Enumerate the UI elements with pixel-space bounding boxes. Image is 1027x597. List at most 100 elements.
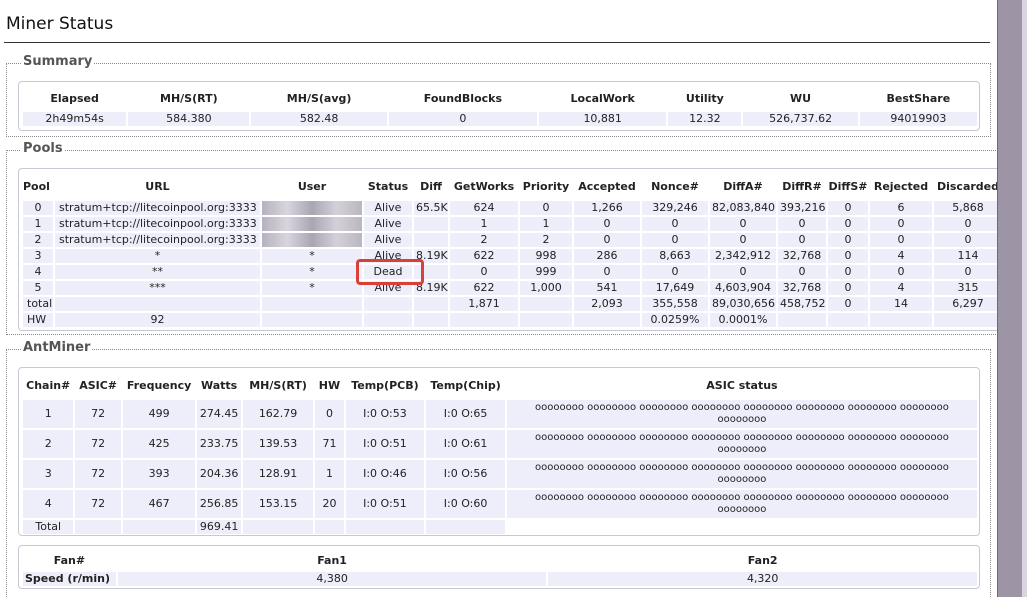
pool-cell: 393,216	[778, 201, 826, 215]
chain-status: oooooooo oooooooo oooooooo oooooooo oooo…	[506, 400, 977, 428]
summary-header: MH/S(avg)	[286, 91, 352, 105]
summary-header: BestShare	[886, 91, 951, 105]
pool-cell: 2,093	[574, 297, 640, 311]
pool-cell	[55, 297, 260, 311]
pool-cell: 0	[828, 233, 868, 247]
pool-cell: 2	[520, 233, 572, 247]
summary-header: MH/S(RT)	[160, 91, 218, 105]
pool-cell: 0	[828, 217, 868, 231]
chain-total-empty	[122, 520, 196, 534]
pool-cell	[364, 313, 412, 327]
chain-total-empty	[426, 520, 505, 534]
chain-watts: 256.85	[197, 490, 241, 518]
chain-asic: 72	[75, 490, 121, 518]
summary-table-frame: Elapsed MH/S(RT) MH/S(avg) FoundBlocks L…	[18, 81, 980, 131]
pools-header: Pool	[23, 179, 50, 193]
pool-cell	[778, 313, 826, 327]
pool-cell: 0.0259%	[642, 313, 708, 327]
pool-cell: 458,752	[778, 297, 826, 311]
pool-cell: 4	[23, 265, 53, 279]
pool-cell: 315	[934, 281, 997, 295]
antminer-header: ASIC#	[79, 378, 118, 392]
pool-cell: 286	[574, 249, 640, 263]
fan-number-header: Fan#	[53, 553, 86, 567]
pool-cell: 3	[23, 249, 53, 263]
antminer-header: Frequency	[126, 378, 192, 392]
pool-cell: *	[55, 249, 260, 263]
pool-cell: 999	[520, 265, 572, 279]
chain-status: oooooooo oooooooo oooooooo oooooooo oooo…	[506, 460, 977, 488]
pool-cell: ***	[55, 281, 260, 295]
pools-header: Accepted	[578, 179, 636, 193]
pool-cell: 0	[870, 233, 932, 247]
chain-row: 4 72 467 256.85 153.15 20 I:0 O:51 I:0 O:60 oooo…	[23, 490, 977, 518]
chain-frequency: 467	[122, 490, 196, 518]
antminer-section: AntMiner Chain# ASIC# Frequency Watts MH/S(R…	[6, 340, 991, 597]
summary-utility: 12.32	[668, 112, 742, 126]
chain-total-empty	[75, 520, 121, 534]
pool-cell: 6	[870, 201, 932, 215]
pool-cell: 2	[23, 233, 53, 247]
pools-header: GetWorks	[453, 179, 515, 193]
pool-row: 5 *** * Alive 8.19K 622 1,000 541 17,649 4,603,90…	[23, 281, 997, 295]
pool-cell: 2,342,912	[710, 249, 776, 263]
pool-cell: 14	[870, 297, 932, 311]
pool-cell: *	[262, 281, 362, 295]
pools-header: Priority	[522, 179, 570, 193]
summary-wu: 526,737.62	[743, 112, 858, 126]
fan2-speed: 4,320	[548, 572, 977, 586]
antminer-header: Temp(PCB)	[351, 378, 419, 392]
chain-temp-chip: I:0 O:61	[426, 430, 505, 458]
pool-cell: 0	[934, 265, 997, 279]
fans-table: Fan# Fan1 Fan2 Speed (r/min) 4,380 4,320	[21, 548, 979, 588]
pool-row: 1 stratum+tcp://litecoinpool.org:3333 Aliv…	[23, 217, 997, 231]
scrollbar-thumb[interactable]	[1022, 0, 1027, 597]
pool-cell: 32,768	[778, 281, 826, 295]
chain-temp-pcb: I:0 O:51	[345, 430, 425, 458]
pool-cell: stratum+tcp://litecoinpool.org:3333	[55, 201, 260, 215]
chain-temp-pcb: I:0 O:46	[345, 460, 425, 488]
chain-watts: 204.36	[197, 460, 241, 488]
pool-cell	[364, 297, 412, 311]
pool-cell: 0	[574, 217, 640, 231]
pool-cell: 1,000	[520, 281, 572, 295]
pool-cell: 0	[828, 249, 868, 263]
pool-cell: 0	[574, 265, 640, 279]
vertical-scrollbar[interactable]	[997, 0, 1027, 597]
pool-cell: 0	[710, 217, 776, 231]
pool-row: 3 * * Alive 8.19K 622 998 286 8,663 2,342,912 32,7…	[23, 249, 997, 263]
chain-chain: 4	[23, 490, 74, 518]
pools-table: Pool URL User Status Diff GetWorks Priority Acc…	[21, 171, 997, 329]
pool-cell	[414, 297, 448, 311]
chain-watts: 274.45	[197, 400, 241, 428]
pool-cell: 329,246	[642, 201, 708, 215]
fans-table-frame: Fan# Fan1 Fan2 Speed (r/min) 4,380 4,320	[18, 545, 980, 589]
chain-chain: 1	[23, 400, 74, 428]
pool-cell: 0	[642, 265, 708, 279]
chain-chain: 2	[23, 430, 74, 458]
chain-temp-chip: I:0 O:60	[426, 490, 505, 518]
pool-cell: 0	[870, 217, 932, 231]
pool-user-redacted	[262, 217, 362, 231]
pools-table-frame: Pool URL User Status Diff GetWorks Priority Acc…	[18, 168, 997, 331]
antminer-table: Chain# ASIC# Frequency Watts MH/S(RT) HW Temp(…	[21, 370, 979, 535]
fan2-header: Fan2	[747, 553, 778, 567]
chain-asic: 72	[75, 460, 121, 488]
pools-header: URL	[145, 179, 170, 193]
pool-cell	[934, 313, 997, 327]
chain-row: 2 72 425 233.75 139.53 71 I:0 O:51 I:0 O:61 oooo…	[23, 430, 977, 458]
pool-cell: 114	[934, 249, 997, 263]
pool-row: 2 stratum+tcp://litecoinpool.org:3333 Aliv…	[23, 233, 997, 247]
pool-cell: 6,297	[934, 297, 997, 311]
pools-header: Status	[367, 179, 409, 193]
summary-mhs-rt: 584.380	[128, 112, 250, 126]
chain-frequency: 393	[122, 460, 196, 488]
chain-hw: 20	[315, 490, 344, 518]
pool-cell	[828, 313, 868, 327]
antminer-header: MH/S(RT)	[249, 378, 307, 392]
pools-header: Discarded	[936, 179, 997, 193]
pools-header: DiffS#	[828, 179, 868, 193]
chain-total-empty	[345, 520, 425, 534]
antminer-header: ASIC status	[706, 378, 778, 392]
pool-cell: Alive	[364, 217, 412, 231]
